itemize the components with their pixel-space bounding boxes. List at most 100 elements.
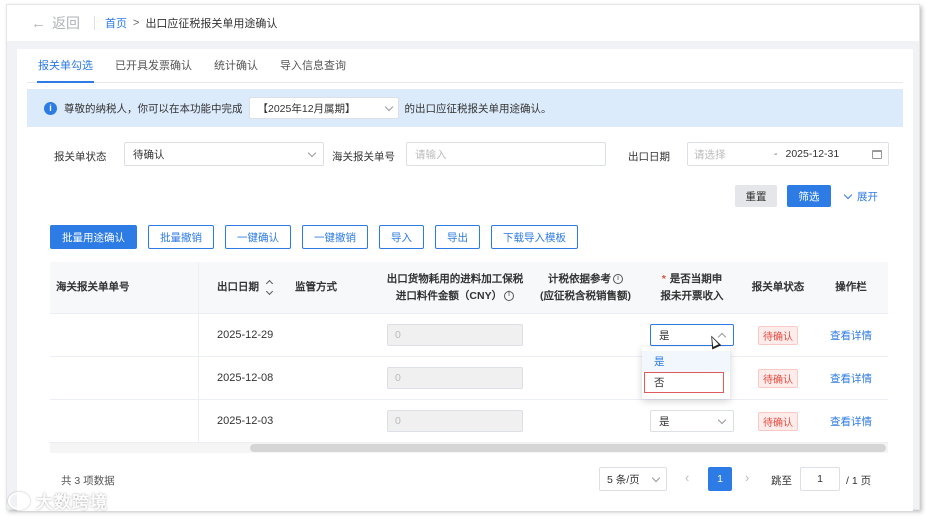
batch-confirm-button[interactable]: 批量用途确认 xyxy=(50,225,137,249)
divider xyxy=(94,16,95,30)
cell-ops: 查看详情 xyxy=(814,314,888,356)
header-customs-no: 海关报关单单号 xyxy=(50,262,199,313)
status-badge: 待确认 xyxy=(758,325,798,345)
header-amount-line2: 进口料件金额（CNY） xyxy=(395,289,503,302)
prev-page-icon[interactable]: ‹ xyxy=(685,470,689,485)
import-button[interactable]: 导入 xyxy=(379,225,424,249)
cell-export-date: 2025-12-03 xyxy=(217,415,274,427)
cell-status: 待确认 xyxy=(742,357,814,399)
main-panel: 报关单勾选 已开具发票确认 统计确认 导入信息查询 i 尊敬的纳税人，你可以在本… xyxy=(17,49,913,511)
info-icon: i xyxy=(44,101,57,115)
tab-import-query[interactable]: 导入信息查询 xyxy=(269,49,357,82)
header-invoiced-line1: 是否当期申 xyxy=(669,273,723,286)
header-amount: 出口货物耗用的进料加工保税 进口料件金额（CNY） i xyxy=(381,262,529,313)
horizontal-scrollbar[interactable] xyxy=(50,443,888,453)
table-row: 2025-12-08 0 待确认 查看详情 xyxy=(50,357,888,400)
one-click-revoke-button[interactable]: 一键撤销 xyxy=(302,225,368,249)
tab-declaration-select[interactable]: 报关单勾选 xyxy=(27,49,104,83)
page-size-select[interactable]: 5 条/页 xyxy=(599,467,667,491)
cell-amount: 0 xyxy=(381,314,529,356)
invoiced-value: 是 xyxy=(659,415,670,428)
header-status: 报关单状态 xyxy=(751,281,805,294)
cell-supervision xyxy=(279,357,381,399)
tab-invoiced-confirm[interactable]: 已开具发票确认 xyxy=(104,49,203,82)
table-header: 海关报关单单号 出口日期 监管方式 出口货物耗用的进料加工保税 进口料件金额（C… xyxy=(50,262,888,314)
customs-no-label: 海关报关单号 xyxy=(332,151,395,163)
help-icon[interactable]: i xyxy=(613,274,623,285)
notice-prefix: 尊敬的纳税人，你可以在本功能中完成 xyxy=(64,102,243,115)
header-export-date[interactable]: 出口日期 xyxy=(199,262,279,313)
amount-input: 0 xyxy=(387,410,523,432)
watermark: 大数跨境 xyxy=(8,488,108,513)
export-button[interactable]: 导出 xyxy=(435,225,480,249)
customs-no-input[interactable]: 请输入 xyxy=(406,142,606,166)
tab-bar: 报关单勾选 已开具发票确认 统计确认 导入信息查询 xyxy=(27,49,903,83)
reset-button[interactable]: 重置 xyxy=(735,185,777,207)
header-invoiced: * 是否当期申 报未开票收入 xyxy=(642,262,742,313)
help-icon[interactable]: i xyxy=(504,290,515,301)
invoiced-dropdown-menu: 是 否 xyxy=(642,347,730,399)
chevron-down-icon xyxy=(843,190,853,200)
jump-page-input[interactable]: 1 xyxy=(800,467,840,491)
cell-export-date: 2025-12-08 xyxy=(217,372,274,384)
view-details-link[interactable]: 查看详情 xyxy=(830,371,872,386)
sort-icon[interactable] xyxy=(265,279,274,296)
status-badge: 待确认 xyxy=(758,411,798,431)
back-label: 返回 xyxy=(52,15,80,31)
total-count: 共 3 项数据 xyxy=(61,475,115,487)
view-details-link[interactable]: 查看详情 xyxy=(830,328,872,343)
export-date-range[interactable]: 请选择 - 2025-12-31 xyxy=(687,142,889,166)
table-row: 2025-12-29 0 是 待确认 查看详情 xyxy=(50,314,888,357)
date-separator: - xyxy=(774,148,778,160)
invoiced-select[interactable]: 是 xyxy=(650,410,734,432)
header-ops: 操作栏 xyxy=(835,281,867,294)
header-supervision: 监管方式 xyxy=(295,281,337,294)
header-export-date-label: 出口日期 xyxy=(217,281,259,294)
expand-label: 展开 xyxy=(857,191,878,203)
dropdown-option-yes[interactable]: 是 xyxy=(642,351,730,372)
one-click-confirm-button[interactable]: 一键确认 xyxy=(225,225,291,249)
download-template-button[interactable]: 下载导入模板 xyxy=(491,225,578,249)
amount-input: 0 xyxy=(387,367,523,389)
invoiced-select[interactable]: 是 xyxy=(650,324,734,346)
header-invoiced-line2: 报未开票收入 xyxy=(660,289,724,302)
watermark-logo-icon xyxy=(8,491,30,510)
date-start-placeholder: 请选择 xyxy=(694,148,726,161)
amount-input: 0 xyxy=(387,324,523,346)
cell-supervision xyxy=(279,400,381,442)
scrollbar-thumb[interactable] xyxy=(250,444,886,452)
cell-tax-basis xyxy=(529,357,642,399)
declaration-table: 海关报关单单号 出口日期 监管方式 出口货物耗用的进料加工保税 进口料件金额（C… xyxy=(50,262,888,443)
back-button[interactable]: ← 返回 xyxy=(31,13,80,33)
page-1-button[interactable]: 1 xyxy=(708,467,732,491)
header-tax-basis-line1: 计税依据参考 xyxy=(548,273,611,286)
status-filter-label: 报关单状态 xyxy=(54,151,107,163)
top-bar: ← 返回 首页 > 出口应征税报关单用途确认 xyxy=(7,5,919,41)
cell-amount: 0 xyxy=(381,400,529,442)
view-details-link[interactable]: 查看详情 xyxy=(830,414,872,429)
filter-button[interactable]: 筛选 xyxy=(787,185,831,207)
notice-banner: i 尊敬的纳税人，你可以在本功能中完成 【2025年12月属期】 的出口应征税报… xyxy=(27,89,903,127)
back-arrow-icon: ← xyxy=(31,14,46,32)
period-select[interactable]: 【2025年12月属期】 xyxy=(248,97,399,119)
tab-statistics-confirm[interactable]: 统计确认 xyxy=(203,49,269,82)
status-filter-select[interactable]: 待确认 xyxy=(124,142,324,166)
expand-button[interactable]: 展开 xyxy=(843,189,878,204)
cell-customs-no xyxy=(50,400,199,442)
batch-revoke-button[interactable]: 批量撤销 xyxy=(148,225,214,249)
cell-supervision xyxy=(279,314,381,356)
header-amount-line1: 出口货物耗用的进料加工保税 xyxy=(386,273,524,286)
period-value: 【2025年12月属期】 xyxy=(257,102,356,115)
calendar-icon xyxy=(872,149,882,159)
required-mark: * xyxy=(661,273,666,286)
status-badge: 待确认 xyxy=(758,368,798,388)
date-end-value: 2025-12-31 xyxy=(785,148,840,160)
customs-no-placeholder: 请输入 xyxy=(415,148,447,161)
breadcrumb-home[interactable]: 首页 xyxy=(105,15,127,31)
breadcrumb-separator: > xyxy=(133,17,140,29)
cell-status: 待确认 xyxy=(742,314,814,356)
dropdown-option-no[interactable]: 否 xyxy=(644,372,724,393)
next-page-icon[interactable]: › xyxy=(745,470,749,485)
app-frame: ← 返回 首页 > 出口应征税报关单用途确认 报关单勾选 已开具发票确认 统计确… xyxy=(6,4,920,511)
cell-ops: 查看详情 xyxy=(814,400,888,442)
